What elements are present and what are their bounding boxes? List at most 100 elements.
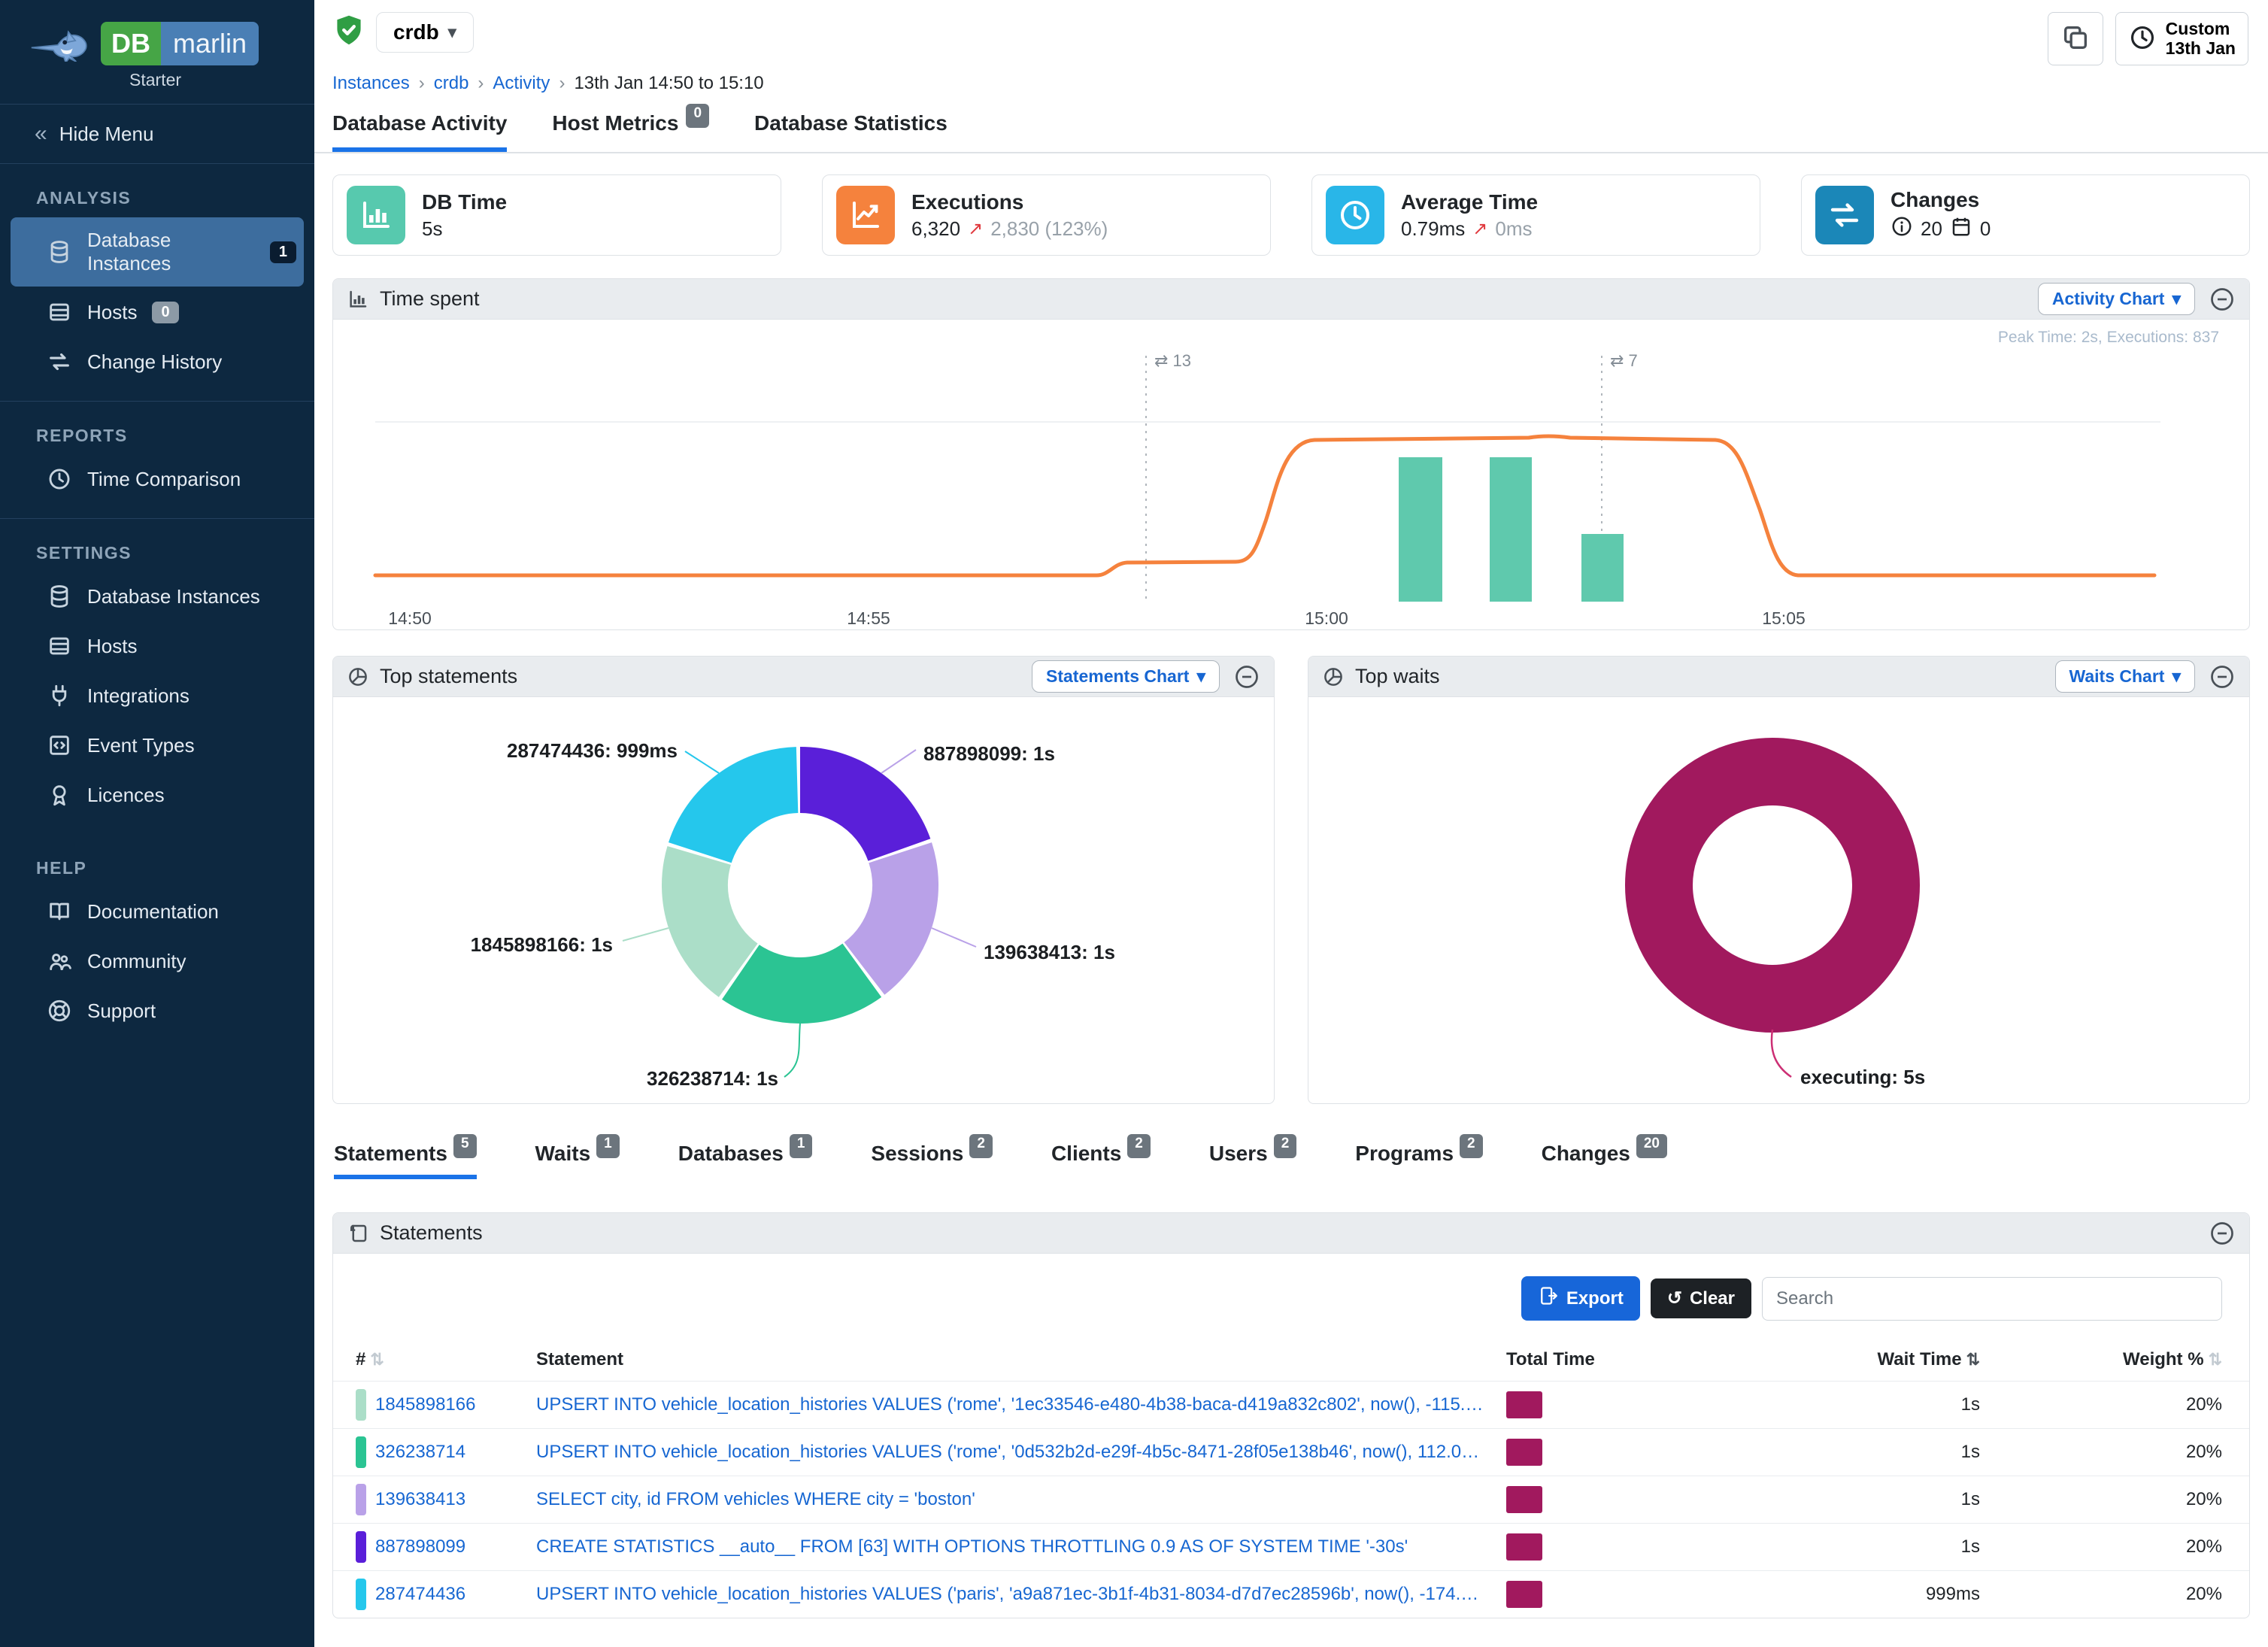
calendar-icon: [1950, 215, 1972, 243]
clock-icon: [1326, 186, 1384, 244]
sidebar-item-time-comparison[interactable]: Time Comparison: [11, 455, 304, 503]
slice-label: 887898099: 1s: [923, 742, 1055, 765]
search-input[interactable]: [1762, 1277, 2222, 1321]
statement-link[interactable]: UPSERT INTO vehicle_location_histories V…: [536, 1584, 1506, 1605]
sort-icon[interactable]: ⇅: [1966, 1350, 1980, 1369]
panel-title: Top waits: [1355, 665, 1440, 688]
lifebuoy-icon: [47, 998, 72, 1024]
tab-databases[interactable]: Databases1: [678, 1142, 813, 1179]
tab-changes[interactable]: Changes20: [1542, 1142, 1667, 1179]
statement-id-link[interactable]: 887898099: [375, 1536, 465, 1558]
instance-selector[interactable]: crdb ▾: [376, 12, 474, 53]
bar-chart-icon: [347, 186, 405, 244]
executions-bar[interactable]: [1581, 534, 1624, 602]
slice-label: executing: 5s: [1800, 1066, 1925, 1088]
server-icon: [47, 633, 72, 659]
sidebar-item-hosts[interactable]: Hosts 0: [11, 288, 304, 336]
statement-link[interactable]: SELECT city, id FROM vehicles WHERE city…: [536, 1489, 1506, 1510]
kpi-delta: 0ms: [1495, 217, 1532, 241]
statement-link[interactable]: UPSERT INTO vehicle_location_histories V…: [536, 1442, 1506, 1463]
statement-id-link[interactable]: 326238714: [375, 1442, 465, 1463]
tab-database-activity[interactable]: Database Activity: [332, 111, 507, 152]
executions-bar[interactable]: [1490, 457, 1532, 602]
panel-title: Time spent: [380, 287, 480, 311]
statement-id-link[interactable]: 139638413: [375, 1489, 465, 1510]
col-weight[interactable]: Weight %: [2123, 1349, 2204, 1369]
col-id[interactable]: #: [356, 1349, 365, 1369]
waits-chart-dropdown[interactable]: Waits Chart ▾: [2055, 660, 2196, 693]
sidebar-item-hosts-settings[interactable]: Hosts: [11, 622, 304, 670]
copy-link-button[interactable]: [2048, 12, 2103, 65]
collapse-panel-icon[interactable]: [2209, 663, 2236, 690]
logo: DB marlin: [0, 0, 314, 67]
kpi-average-time: Average Time 0.79ms ↗ 0ms: [1311, 174, 1760, 256]
breadcrumb-activity[interactable]: Activity: [493, 73, 550, 94]
sidebar-item-change-history[interactable]: Change History: [11, 338, 304, 386]
breadcrumb-crdb[interactable]: crdb: [434, 73, 469, 94]
clock-icon: [47, 466, 72, 492]
tab-users[interactable]: Users2: [1209, 1142, 1296, 1179]
weight-value: 20%: [1980, 1394, 2222, 1415]
tab-programs[interactable]: Programs2: [1355, 1142, 1482, 1179]
peak-annotation: Peak Time: 2s, Executions: 837: [1998, 329, 2219, 347]
total-time-bar: [1506, 1533, 1542, 1561]
info-circle-icon: [1891, 215, 1913, 243]
collapse-panel-icon[interactable]: [2209, 1220, 2236, 1247]
tab-host-metrics[interactable]: Host Metrics0: [552, 111, 709, 152]
col-wait-time[interactable]: Wait Time: [1878, 1349, 1962, 1369]
waits-donut-chart: executing: 5s: [1308, 697, 2249, 1103]
statements-donut-chart: 287474436: 999ms 887898099: 1s 139638413…: [333, 697, 1274, 1103]
breadcrumb: Instances › crdb › Activity › 13th Jan 1…: [314, 65, 2268, 101]
kpi-value: 0.79ms: [1401, 217, 1465, 241]
executions-bar[interactable]: [1399, 457, 1442, 602]
table-header-row: #⇅ Statement Total Time Wait Time⇅ Weigh…: [333, 1339, 2249, 1381]
sidebar-item-community[interactable]: Community: [11, 937, 304, 985]
count-badge: 2: [1127, 1134, 1151, 1158]
hide-menu-button[interactable]: « Hide Menu: [0, 105, 314, 163]
event-types-icon: [47, 733, 72, 758]
sidebar-section-reports: REPORTS Time Comparison: [0, 402, 314, 518]
kpi-executions: Executions 6,320 ↗ 2,830 (123%): [822, 174, 1271, 256]
donut-slice-executing[interactable]: [1659, 772, 1886, 999]
sidebar-item-database-instances-settings[interactable]: Database Instances: [11, 572, 304, 620]
activity-chart-dropdown[interactable]: Activity Chart ▾: [2038, 283, 2195, 315]
collapse-panel-icon[interactable]: [1233, 663, 1260, 690]
chevron-down-icon: ▾: [448, 23, 456, 42]
statement-link[interactable]: CREATE STATISTICS __auto__ FROM [63] WIT…: [536, 1536, 1506, 1558]
sidebar-item-event-types[interactable]: Event Types: [11, 721, 304, 769]
sidebar-item-support[interactable]: Support: [11, 987, 304, 1035]
statements-toolbar: Export ↺ Clear: [333, 1254, 2249, 1339]
collapse-panel-icon[interactable]: [2209, 286, 2236, 313]
activity-chart-svg[interactable]: ⇄ 13 ⇄ 7 14:50 14:55 15:00 15:05: [333, 320, 2248, 629]
tab-waits[interactable]: Waits1: [535, 1142, 620, 1179]
waits-donut-svg[interactable]: executing: 5s: [1308, 697, 2249, 1103]
statements-chart-dropdown[interactable]: Statements Chart ▾: [1032, 660, 1220, 693]
top-waits-panel: Top waits Waits Chart ▾: [1308, 656, 2250, 1104]
statement-id-link[interactable]: 1845898166: [375, 1394, 475, 1415]
tab-database-statistics[interactable]: Database Statistics: [754, 111, 948, 152]
tab-clients[interactable]: Clients2: [1051, 1142, 1151, 1179]
kpi-delta: 2,830 (123%): [990, 217, 1108, 241]
statement-link[interactable]: UPSERT INTO vehicle_location_histories V…: [536, 1394, 1506, 1415]
statement-id-link[interactable]: 287474436: [375, 1584, 465, 1605]
total-time-bar: [1506, 1581, 1542, 1608]
slice-label: 326238714: 1s: [647, 1067, 778, 1090]
kpi-db-time: DB Time 5s: [332, 174, 781, 256]
sidebar-section-help: HELP Documentation Community Support: [0, 834, 314, 1050]
sort-icon[interactable]: ⇅: [2209, 1350, 2222, 1369]
time-range-button[interactable]: Custom 13th Jan: [2115, 12, 2248, 65]
tab-sessions[interactable]: Sessions2: [871, 1142, 993, 1179]
sort-icon[interactable]: ⇅: [370, 1350, 384, 1369]
tab-statements[interactable]: Statements5: [334, 1142, 477, 1179]
sidebar-item-documentation[interactable]: Documentation: [11, 887, 304, 936]
export-button[interactable]: Export: [1521, 1276, 1640, 1321]
clear-button[interactable]: ↺ Clear: [1651, 1278, 1751, 1318]
sidebar-item-database-instances[interactable]: Database Instances 1: [11, 217, 304, 287]
total-time-bar: [1506, 1391, 1542, 1418]
breadcrumb-instances[interactable]: Instances: [332, 73, 410, 94]
statements-donut-svg[interactable]: 287474436: 999ms 887898099: 1s 139638413…: [333, 697, 1274, 1103]
sidebar-item-licences[interactable]: Licences: [11, 771, 304, 819]
statement-color-chip: [356, 1484, 366, 1515]
sidebar-item-integrations[interactable]: Integrations: [11, 672, 304, 720]
trend-up-icon: ↗: [1472, 218, 1487, 240]
